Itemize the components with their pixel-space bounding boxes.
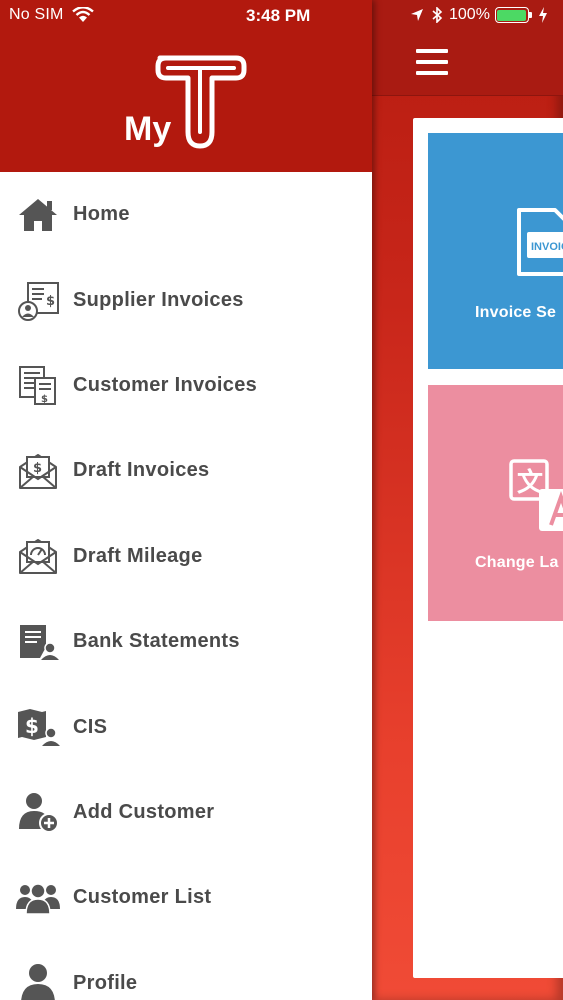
tile-invoice-settings[interactable]: INVOIC Invoice Se <box>428 133 563 369</box>
svg-text:$: $ <box>46 294 55 309</box>
menu-item-home[interactable]: Home <box>0 172 372 257</box>
carrier-label: No SIM <box>9 6 64 23</box>
menu-item-label: Profile <box>73 971 138 994</box>
menu-item-label: Home <box>73 203 130 226</box>
menu-item-label: Customer Invoices <box>73 373 258 396</box>
menu-item-label: Draft Mileage <box>73 544 203 567</box>
tile-language-label: Change La <box>475 554 559 571</box>
cis-icon: $ <box>16 705 60 749</box>
profile-icon <box>16 961 60 1000</box>
svg-text:$: $ <box>25 714 39 738</box>
app-logo: My <box>124 55 247 149</box>
menu-item-cis[interactable]: $ CIS <box>0 684 372 769</box>
menu-item-draft-mileage[interactable]: Draft Mileage <box>0 514 372 599</box>
home-icon <box>16 193 60 237</box>
customer-invoice-icon: $ <box>16 363 60 407</box>
menu-item-supplier-invoices[interactable]: $ Supplier Invoices <box>0 257 372 342</box>
battery-percent: 100% <box>449 6 490 23</box>
menu-item-label: Customer List <box>73 886 212 909</box>
add-customer-icon <box>16 790 60 834</box>
invoice-icon-text: INVOIC <box>531 241 563 253</box>
menu-item-profile[interactable]: Profile <box>0 941 372 1000</box>
battery-fill <box>497 9 527 21</box>
invoice-icon: INVOIC <box>517 208 563 276</box>
tile-change-language[interactable]: 文 Change La <box>428 385 563 621</box>
menu-item-label: CIS <box>73 715 108 738</box>
bluetooth-icon <box>432 7 443 23</box>
svg-text:$: $ <box>33 461 42 476</box>
logo-text: My <box>124 110 171 148</box>
wifi-icon <box>71 7 94 22</box>
menu-item-customer-list[interactable]: Customer List <box>0 855 372 940</box>
menu-item-bank-statements[interactable]: Bank Statements <box>0 599 372 684</box>
navigation-drawer: My Home $ Supplier Invoices $ Customer I… <box>0 0 372 1000</box>
hamburger-icon[interactable] <box>416 49 448 77</box>
menu-item-label: Supplier Invoices <box>73 288 244 311</box>
status-time: 3:48 PM <box>246 6 311 25</box>
status-bar: No SIM 3:48 PM 100% <box>0 0 563 32</box>
menu-item-customer-invoices[interactable]: $ Customer Invoices <box>0 343 372 428</box>
tile-invoice-label: Invoice Se <box>475 304 557 321</box>
menu-item-label: Draft Invoices <box>73 459 210 482</box>
customer-list-icon <box>16 876 60 920</box>
menu-item-add-customer[interactable]: Add Customer <box>0 770 372 855</box>
drawer-menu: Home $ Supplier Invoices $ Customer Invo… <box>0 172 372 1000</box>
menu-item-label: Bank Statements <box>73 630 240 653</box>
content-card: INVOIC Invoice Se 文 Change La <box>413 118 563 978</box>
main-screen: INVOIC Invoice Se 文 Change La <box>370 0 563 1000</box>
charging-bolt-icon <box>538 7 547 23</box>
draft-invoice-icon: $ <box>16 449 60 493</box>
menu-item-draft-invoices[interactable]: $ Draft Invoices <box>0 428 372 513</box>
translate-icon: 文 <box>509 459 563 531</box>
draft-mileage-icon <box>16 534 60 578</box>
location-arrow-icon <box>411 9 423 21</box>
svg-text:$: $ <box>41 394 48 405</box>
battery-icon <box>494 7 532 23</box>
bank-statement-icon <box>16 620 60 664</box>
supplier-invoice-icon: $ <box>16 278 60 322</box>
menu-item-label: Add Customer <box>73 800 215 823</box>
